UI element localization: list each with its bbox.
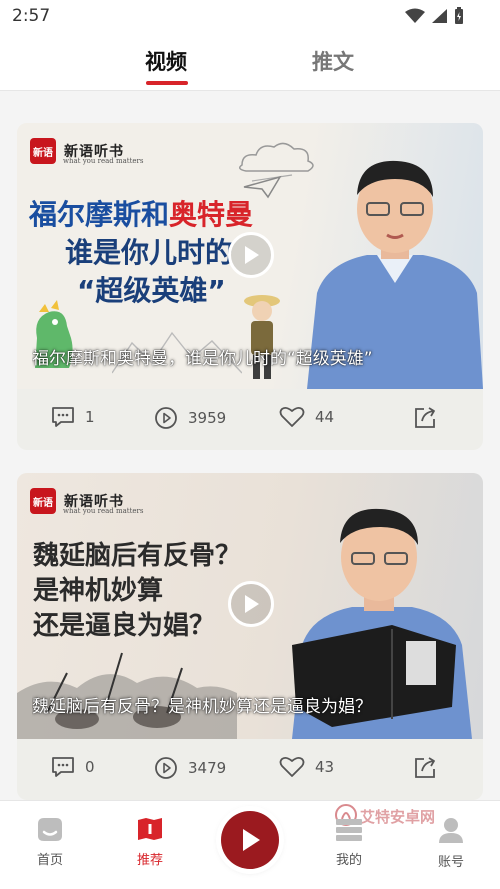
play-icon <box>245 246 259 264</box>
play-count-icon <box>155 407 177 429</box>
nav-account-label: 账号 <box>437 855 464 870</box>
wifi-icon <box>405 8 425 23</box>
video-title[interactable]: 福尔摩斯和奥特曼，谁是你儿时的“超级英雄” <box>32 344 477 369</box>
comment-icon <box>52 757 74 777</box>
view-count: 3959 <box>188 409 227 427</box>
tab-video[interactable]: 视频 <box>145 46 187 76</box>
nav-mine-label: 我的 <box>335 853 362 868</box>
nav-home[interactable]: 首页 <box>18 816 82 868</box>
brand-tagline: what you read matters <box>63 157 144 165</box>
nav-recommend-label: 推荐 <box>136 853 163 868</box>
video-card[interactable]: 新语 新语听书 what you read matters 福尔摩斯和奥特曼 谁… <box>17 123 483 450</box>
active-tab-indicator <box>146 81 188 85</box>
recommend-icon <box>138 818 162 840</box>
tab-article[interactable]: 推文 <box>312 46 354 76</box>
status-time: 2:57 <box>12 6 51 26</box>
poster-line-2: 是神机妙算 <box>33 576 164 606</box>
bookshelf-icon <box>336 819 362 841</box>
nav-mine[interactable]: 我的 <box>317 816 381 868</box>
nav-account[interactable]: 账号 <box>419 816 483 870</box>
home-icon <box>38 818 62 841</box>
comment-icon <box>52 407 74 427</box>
like-button[interactable]: 43 <box>279 756 334 778</box>
video-actions: 0 3479 43 <box>17 739 483 800</box>
play-button[interactable] <box>228 581 274 627</box>
like-button[interactable]: 44 <box>279 406 334 428</box>
poster-line-2: 谁是你儿时的 <box>65 236 234 269</box>
play-count-icon <box>155 757 177 779</box>
poster-line-1: 福尔摩斯和奥特曼 <box>29 193 253 233</box>
signal-icon <box>432 9 447 23</box>
poster-text-a: 福尔摩斯和 <box>29 198 170 231</box>
share-button[interactable] <box>413 756 437 780</box>
comment-count: 0 <box>85 758 95 776</box>
battery-icon <box>455 7 463 24</box>
nav-home-label: 首页 <box>36 853 63 868</box>
heart-icon <box>279 406 305 427</box>
video-actions: 1 3959 44 <box>17 389 483 450</box>
play-icon <box>245 595 259 613</box>
play-button[interactable] <box>228 232 274 278</box>
brand-tagline: what you read matters <box>63 507 144 515</box>
comment-button[interactable]: 1 <box>51 406 95 428</box>
person-icon <box>439 818 463 843</box>
video-feed[interactable]: 新语 新语听书 what you read matters 福尔摩斯和奥特曼 谁… <box>0 92 500 800</box>
video-thumbnail[interactable]: 新语 新语听书 what you read matters 魏延脑后有反骨？ 是… <box>17 473 483 739</box>
comment-button[interactable]: 0 <box>51 756 95 778</box>
share-icon <box>415 757 435 778</box>
video-card[interactable]: 新语 新语听书 what you read matters 魏延脑后有反骨？ 是… <box>17 473 483 800</box>
like-count: 43 <box>315 758 335 776</box>
poster-line-1: 魏延脑后有反骨？ <box>33 541 242 571</box>
poster-line-3: “超级英雄” <box>77 274 226 307</box>
play-icon <box>243 829 260 851</box>
bottom-nav: 首页 推荐 艾特安卓网 我的 账号 <box>0 800 500 889</box>
view-count: 3479 <box>188 759 227 777</box>
brand-mark: 新语 <box>30 488 56 514</box>
poster-text-red: 奥特曼 <box>169 198 254 231</box>
brand-mark: 新语 <box>30 138 56 164</box>
nav-recommend[interactable]: 推荐 <box>118 816 182 868</box>
heart-icon <box>279 756 305 777</box>
video-thumbnail[interactable]: 新语 新语听书 what you read matters 福尔摩斯和奥特曼 谁… <box>17 123 483 389</box>
video-title[interactable]: 魏延脑后有反骨？是神机妙算还是逼良为娼？ <box>32 692 477 717</box>
comment-count: 1 <box>85 408 95 426</box>
status-icons <box>405 7 464 25</box>
status-bar: 2:57 <box>0 0 500 34</box>
battle-painting <box>17 652 237 739</box>
center-play-button[interactable] <box>221 811 279 869</box>
top-tabs: 视频 推文 <box>0 34 500 91</box>
view-count-item: 3479 <box>154 756 226 780</box>
like-count: 44 <box>315 408 335 426</box>
view-count-item: 3959 <box>154 406 226 430</box>
share-button[interactable] <box>413 406 437 430</box>
share-icon <box>415 407 435 428</box>
